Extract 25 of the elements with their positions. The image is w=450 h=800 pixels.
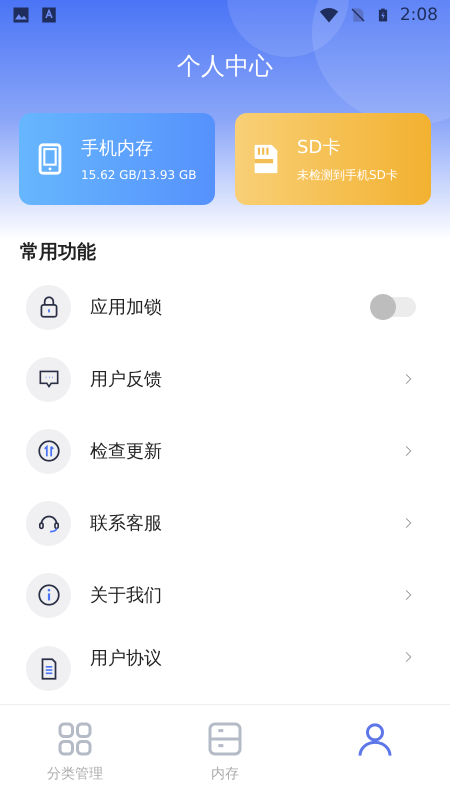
menu-item[interactable]: 关于我们 (0, 559, 450, 632)
card-title: SD卡 (297, 136, 342, 158)
menu-item[interactable]: 检查更新 (0, 415, 450, 488)
wifi-icon (318, 5, 340, 25)
clock-time: 2:08 (400, 5, 438, 25)
menu-item[interactable]: 用户协议 (0, 631, 450, 704)
info-icon (36, 582, 62, 608)
section-title: 常用功能 (20, 240, 97, 265)
item-label: 联系客服 (90, 512, 163, 536)
card-subtitle: 未检测到手机SD卡 (297, 166, 398, 184)
toggle-switch[interactable] (372, 297, 416, 318)
update-icon (36, 438, 62, 464)
card-subtitle: 15.62 GB/13.93 GB (81, 168, 196, 182)
menu-item[interactable]: 用户反馈 (0, 343, 450, 416)
menu-item[interactable]: 联系客服 (0, 487, 450, 560)
menu-item[interactable]: 应用加锁 (0, 271, 450, 344)
item-label: 用户反馈 (90, 368, 163, 392)
image-icon (12, 6, 30, 24)
item-label: 应用加锁 (90, 296, 163, 320)
text-icon (40, 6, 58, 24)
item-label: 用户协议 (90, 647, 163, 670)
item-label: 检查更新 (90, 440, 163, 464)
item-label: 关于我们 (90, 584, 163, 608)
card-title: 手机内存 (81, 137, 154, 160)
page-title: 个人中心 (176, 51, 274, 82)
